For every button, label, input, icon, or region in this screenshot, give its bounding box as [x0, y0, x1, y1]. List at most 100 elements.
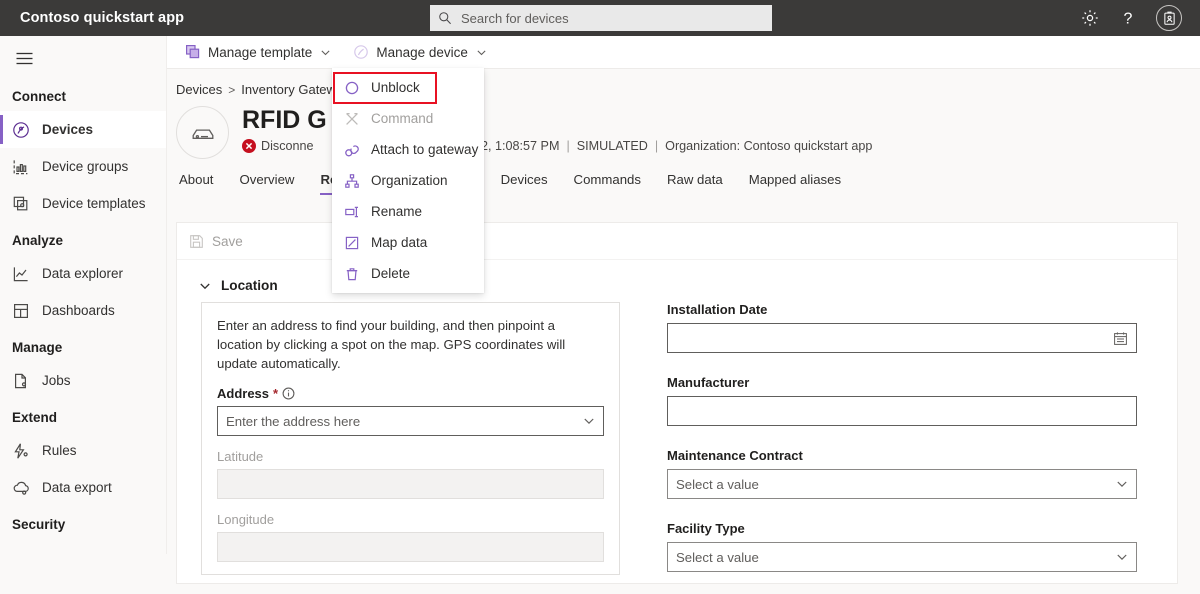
menu-item-label: Delete: [371, 266, 411, 281]
address-label: Address: [217, 386, 270, 401]
tab-about[interactable]: About: [176, 165, 226, 195]
longitude-label: Longitude: [217, 512, 275, 527]
tab-commands[interactable]: Commands: [561, 165, 654, 195]
status-badge: Disconne: [261, 139, 314, 153]
rules-icon: [14, 442, 28, 459]
installation-date-label: Installation Date: [667, 302, 768, 317]
menu-item-attach-to-gateway[interactable]: Attach to gateway: [332, 134, 484, 165]
rename-icon: [345, 206, 358, 217]
address-label-row: Address *: [217, 386, 604, 401]
sidebar-group-analyze: Analyze: [12, 233, 64, 248]
chevron-down-icon: [321, 49, 330, 55]
menu-item-rename[interactable]: Rename: [332, 196, 484, 227]
map-data-icon: [345, 236, 359, 249]
manufacturer-input[interactable]: [667, 396, 1137, 426]
tab-devices[interactable]: Devices: [488, 165, 561, 195]
sidebar-item-devices[interactable]: Devices: [0, 111, 166, 148]
longitude-field: Longitude: [217, 512, 604, 562]
menu-item-map-data[interactable]: Map data: [332, 227, 484, 258]
gear-icon[interactable]: [1080, 8, 1100, 28]
longitude-input: [217, 532, 604, 562]
device-simulated: SIMULATED: [576, 139, 648, 153]
maintenance-contract-select[interactable]: Select a value: [667, 469, 1137, 499]
search-icon: [439, 12, 451, 25]
search-input[interactable]: [459, 9, 764, 27]
address-field: Address * Enter the address here: [217, 386, 604, 436]
search-box[interactable]: [430, 5, 772, 31]
chevron-down-icon: [477, 49, 486, 55]
breadcrumb-root[interactable]: Devices: [176, 82, 222, 97]
address-input[interactable]: Enter the address here: [217, 406, 604, 436]
sidebar-item-device-groups[interactable]: Device groups: [0, 148, 166, 185]
facility-type-value: Select a value: [676, 549, 759, 565]
chart-line-icon: [13, 266, 28, 281]
unblock-circle-icon: [345, 81, 359, 94]
manage-device-button[interactable]: Manage device: [345, 38, 495, 66]
sidebar-item-jobs[interactable]: Jobs: [0, 362, 166, 399]
sidebar-item-label: Dashboards: [42, 303, 115, 318]
manage-template-icon: [186, 45, 200, 59]
sidebar-item-label: Rules: [42, 443, 77, 458]
menu-item-delete[interactable]: Delete: [332, 258, 484, 289]
question-mark-icon[interactable]: ?: [1118, 8, 1138, 28]
sidebar-item-label: Jobs: [42, 373, 71, 388]
main-content: Manage template Manage device Devices >: [167, 36, 1200, 584]
sidebar-item-label: Device groups: [42, 159, 129, 174]
sidebar-group-security: Security: [12, 517, 66, 532]
manage-device-icon: [354, 45, 369, 59]
tab-overview[interactable]: Overview: [226, 165, 307, 195]
installation-date-input[interactable]: [667, 323, 1137, 353]
sidebar-item-dashboards[interactable]: Dashboards: [0, 292, 166, 329]
menu-item-organization[interactable]: Organization: [332, 165, 484, 196]
sidebar-item-rules[interactable]: Rules: [0, 432, 166, 469]
latitude-input: [217, 469, 604, 499]
chevron-down-icon: [1117, 481, 1127, 488]
manage-device-menu: Unblock Command Attach to gateway Organi…: [332, 68, 484, 293]
calendar-icon[interactable]: [1113, 331, 1128, 346]
manage-device-label: Manage device: [376, 44, 468, 60]
manufacturer-label: Manufacturer: [667, 375, 750, 390]
manage-template-button[interactable]: Manage template: [177, 38, 339, 66]
command-icon: [346, 112, 358, 125]
save-disk-icon: [190, 234, 203, 248]
error-circle-icon: [242, 139, 256, 153]
tab-strip: About Overview Rea Devices Commands Raw …: [167, 164, 1200, 195]
menu-item-command: Command: [332, 103, 484, 134]
sidebar-item-data-export[interactable]: Data export: [0, 469, 166, 506]
header-actions: ?: [1080, 5, 1200, 31]
separator: |: [654, 139, 659, 153]
account-badge-button[interactable]: [1156, 5, 1182, 31]
tab-raw-data[interactable]: Raw data: [654, 165, 736, 195]
menu-item-unblock[interactable]: Unblock: [332, 72, 484, 103]
maintenance-contract-label: Maintenance Contract: [667, 448, 803, 463]
breadcrumb: Devices > Inventory Gatew: [167, 69, 1200, 97]
form-columns: Location Enter an address to find your b…: [177, 260, 1177, 594]
location-panel: Enter an address to find your building, …: [201, 302, 620, 575]
maintenance-contract-field: Maintenance Contract Select a value: [667, 448, 1137, 499]
hamburger-menu-button[interactable]: [0, 38, 48, 78]
delete-icon: [346, 267, 358, 280]
device-groups-icon: [13, 159, 28, 174]
save-button[interactable]: Save: [189, 234, 243, 249]
sidebar-item-device-templates[interactable]: Device templates: [0, 185, 166, 222]
save-label: Save: [212, 233, 243, 249]
info-icon[interactable]: [282, 387, 295, 400]
dashboard-grid-icon: [13, 303, 29, 318]
organization-icon: [345, 173, 359, 188]
device-header: RFID G Disconne 7/2022, 1:08:57 PM | SIM…: [167, 97, 1200, 159]
menu-item-label: Attach to gateway: [371, 142, 479, 157]
chevron-down-icon: [1117, 554, 1127, 561]
facility-type-field: Facility Type Select a value: [667, 521, 1137, 572]
sidebar-group-extend: Extend: [12, 410, 58, 425]
badge-icon: [1163, 11, 1175, 25]
hamburger-icon: [16, 52, 32, 64]
tab-mapped-aliases[interactable]: Mapped aliases: [736, 165, 854, 195]
jobs-icon: [15, 373, 27, 388]
form-card: Save Location Enter an address to find y…: [176, 222, 1178, 584]
sidebar-item-data-explorer[interactable]: Data explorer: [0, 255, 166, 292]
card-toolbar: Save: [177, 223, 1177, 260]
attach-gateway-icon: [345, 144, 359, 156]
facility-type-select[interactable]: Select a value: [667, 542, 1137, 572]
menu-item-label: Command: [371, 111, 434, 126]
sidebar-item-label: Data export: [42, 480, 112, 495]
